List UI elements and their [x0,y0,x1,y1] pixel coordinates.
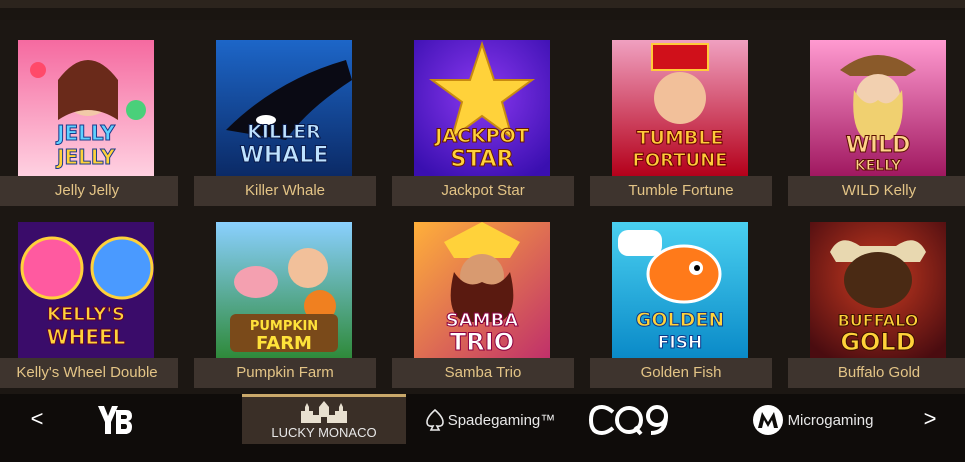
game-thumbnail[interactable]: SAMBA TRIO [414,222,550,358]
game-tile[interactable]: SAMBA TRIO Samba Trio [392,222,574,392]
game-art-subtitle: FARM [256,333,312,354]
provider-cq9[interactable] [580,396,680,444]
game-tile[interactable]: PUMPKIN FARM Pumpkin Farm [194,222,376,392]
game-art-title: JACKPOT [433,125,529,147]
game-title[interactable]: Samba Trio [392,358,574,388]
game-title[interactable]: WILD Kelly [788,176,965,206]
next-arrow-button[interactable]: > [915,404,945,434]
game-title[interactable]: Kelly's Wheel Double [0,358,178,388]
game-tile[interactable]: GOLDEN FISH Golden Fish [590,222,772,392]
game-art-title: WILD [846,133,911,158]
game-art-subtitle: TRIO [450,328,514,356]
game-tile[interactable]: WILD KELLY WILD Kelly [788,40,965,210]
game-art-title: PUMPKIN [250,319,318,334]
game-title[interactable]: Killer Whale [194,176,376,206]
provider-microgaming[interactable]: Microgaming [744,396,880,444]
game-tile[interactable]: KILLER WHALE Killer Whale [194,40,376,210]
castle-logo-icon [301,401,347,423]
game-grid: JELLY JELLY Jelly Jelly KILLER WHALE Kil… [0,20,965,394]
game-art-subtitle: FISH [658,333,702,353]
provider-name: LUCKY MONACO [271,425,377,440]
top-bar [0,0,965,8]
game-art-title: GOLDEN [636,309,725,331]
game-art-subtitle: GOLD [840,328,915,356]
game-title[interactable]: Pumpkin Farm [194,358,376,388]
provider-yb[interactable] [84,396,144,444]
game-thumbnail[interactable]: KILLER WHALE [216,40,352,176]
game-art-title: TUMBLE [637,127,724,149]
cq9-logo-icon [588,404,668,436]
yb-logo-icon [98,406,132,434]
game-title[interactable]: Buffalo Gold [788,358,965,388]
game-tile[interactable]: BUFFALO GOLD Buffalo Gold [788,222,965,392]
spade-logo-icon [425,409,444,431]
game-art-title: JELLY [55,121,115,145]
game-art-subtitle: KELLY [855,158,902,174]
game-art-subtitle: WHEEL [47,325,126,349]
game-thumbnail[interactable]: JELLY JELLY [18,40,154,176]
game-thumbnail[interactable]: JACKPOT STAR [414,40,550,176]
game-thumbnail[interactable]: PUMPKIN FARM [216,222,352,358]
game-thumbnail[interactable]: BUFFALO GOLD [810,222,946,358]
game-art-subtitle: WHALE [240,143,329,168]
game-title[interactable]: Jelly Jelly [0,176,178,206]
provider-lucky-monaco[interactable]: LUCKY MONACO [242,394,406,444]
game-art-title: KILLER [247,121,321,143]
game-art-subtitle: JELLY [55,145,115,169]
game-thumbnail[interactable]: TUMBLE FORTUNE [612,40,748,176]
game-art-subtitle: STAR [450,147,513,172]
game-art-title: KELLY'S [47,304,125,325]
provider-name: Microgaming [787,411,874,429]
game-thumbnail[interactable]: KELLY'S WHEEL [18,222,154,358]
provider-spadegaming[interactable]: Spadegaming™ [420,396,560,444]
game-tile[interactable]: TUMBLE FORTUNE Tumble Fortune [590,40,772,210]
game-title[interactable]: Tumble Fortune [590,176,772,206]
provider-name: Spadegaming™ [447,411,556,429]
provider-bar: < LUCKY MONACO Spadegaming™ Microgaming … [0,394,965,462]
game-tile[interactable]: JACKPOT STAR Jackpot Star [392,40,574,210]
game-tile[interactable]: JELLY JELLY Jelly Jelly [0,40,178,210]
game-title[interactable]: Jackpot Star [392,176,574,206]
prev-arrow-button[interactable]: < [22,404,52,434]
game-title[interactable]: Golden Fish [590,358,772,388]
game-thumbnail[interactable]: WILD KELLY [810,40,946,176]
microgaming-logo-icon [752,405,783,435]
game-art-subtitle: FORTUNE [633,150,728,171]
game-thumbnail[interactable]: GOLDEN FISH [612,222,748,358]
game-tile[interactable]: KELLY'S WHEEL Kelly's Wheel Double [0,222,178,392]
